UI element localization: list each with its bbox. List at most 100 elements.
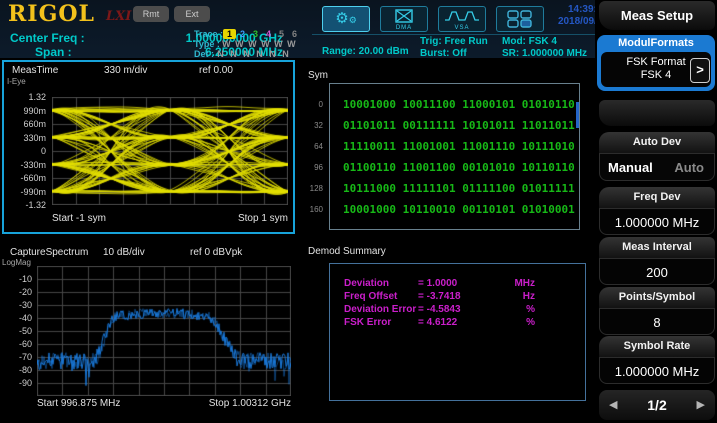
page-navigation: ◀ 1/2 ▶ [599, 390, 715, 420]
trace-det-6[interactable]: N [279, 49, 292, 59]
eye-y-label: -330m [20, 159, 46, 170]
trace-type-6[interactable]: W [285, 39, 298, 49]
eye-y-label: -660m [20, 173, 46, 183]
trace-det-4[interactable]: N [253, 49, 266, 59]
eye-y-label: 330m [23, 132, 46, 143]
lxi-badge: LXI [106, 9, 132, 24]
gear-small-icon: ⚙ [348, 15, 357, 25]
demod-summary-panel[interactable]: Demod Summary Deviation = 1.0000 MHz Freq O… [296, 238, 595, 421]
sym-row-index: 64 [314, 142, 323, 151]
next-page-arrow-icon[interactable]: ▶ [697, 390, 705, 420]
demod-results-box: Deviation = 1.0000 MHz Freq Offset = -3.7418… [329, 263, 586, 401]
meastime-scale: 330 m/div [104, 65, 148, 76]
points-symbol-value[interactable]: 8 [599, 308, 715, 335]
gear-icon: ⚙ [335, 10, 349, 27]
spectrum-y-label: -10 [18, 274, 32, 284]
auto-dev-softkey[interactable]: Auto Dev [599, 132, 715, 153]
type-row: Type :WWWWWW [194, 39, 298, 49]
type-label: Type : [194, 39, 220, 49]
spectrum-ref: ref 0 dBVpk [190, 247, 243, 258]
sym-row-index: 160 [309, 205, 323, 214]
meas-interval-softkey[interactable]: Meas Interval [599, 237, 715, 258]
trace-type-5[interactable]: W [272, 39, 285, 49]
trace-select-5[interactable]: 5 [275, 29, 288, 39]
spectrum-plot [37, 266, 291, 396]
spectrum-y-label: -50 [18, 326, 32, 336]
range-status: Range: 20.00 dBm [322, 46, 409, 57]
header-bar: RIGOL LXI Rmt Ext ⚙⚙ DMA VSA 14:39:58 20… [0, 0, 608, 59]
det-label: Det : [194, 49, 214, 59]
meas-setup-menu-title[interactable]: Meas Setup [599, 1, 715, 30]
span-label: Span : [35, 45, 72, 59]
eye-y-label: 1.32 [28, 92, 46, 102]
trace-det-1[interactable]: N [214, 49, 227, 59]
eye-y-label: -990m [20, 186, 46, 197]
vsa-mode-icon[interactable]: VSA [438, 6, 486, 32]
dma-mode-icon[interactable]: DMA [380, 6, 428, 32]
modulformats-label: ModulFormats [618, 37, 694, 49]
trace-select-3[interactable]: 3 [249, 29, 262, 39]
auto-dev-options[interactable]: Manual Auto [599, 153, 715, 181]
trace-select-1[interactable]: 1 [223, 29, 237, 39]
sym-title: Sym [308, 70, 328, 81]
eye-y-label: 990m [23, 105, 46, 116]
symbol-rate-softkey[interactable]: Symbol Rate [599, 336, 715, 357]
mod-status: Mod: FSK 4 [502, 36, 557, 47]
trace-det-3[interactable]: N [240, 49, 253, 59]
blank-softkey[interactable] [599, 100, 715, 126]
spectrum-title: CaptureSpectrum [10, 247, 89, 258]
meastime-eye-panel[interactable]: MeasTime 330 m/div ref 0.00 I-Eye Start … [2, 60, 295, 234]
capture-spectrum-panel[interactable]: CaptureSpectrum 10 dB/div ref 0 dBVpk Lo… [0, 238, 296, 423]
trace-type-4[interactable]: W [259, 39, 272, 49]
sym-row-index: 32 [314, 121, 323, 130]
sym-row-bits: 11110011 11001001 11001110 10111010 [343, 140, 575, 153]
sym-scrollbar[interactable] [576, 102, 579, 128]
modulformats-softkey[interactable]: ModulFormats FSK Format FSK 4 > [597, 35, 715, 91]
sym-row-index: 128 [309, 184, 323, 193]
demod-row-value: = -3.7418 [418, 291, 461, 302]
meas-interval-value[interactable]: 200 [599, 258, 715, 285]
demod-row-label: Freq Offset [344, 291, 398, 302]
trace-select-4[interactable]: 4 [262, 29, 275, 39]
rigol-logo: RIGOL [8, 1, 95, 27]
trace-type-3[interactable]: W [246, 39, 259, 49]
points-symbol-softkey[interactable]: Points/Symbol [599, 287, 715, 308]
eye-y-label: 660m [23, 119, 46, 129]
demod-row-value: = -4.5843 [418, 304, 461, 315]
freq-dev-softkey[interactable]: Freq Dev [599, 187, 715, 208]
trace-det-5[interactable]: N [266, 49, 279, 59]
eye-x-stop: Stop 1 sym [237, 213, 288, 224]
symbol-rate-value[interactable]: 1.000000 MHz [599, 357, 715, 384]
demod-row-label: Deviation Error [344, 304, 417, 315]
sym-row-bits: 01101011 00111111 10101011 11011011 [343, 119, 575, 132]
symbol-table-panel[interactable]: Sym 0 10001000 10011100 11000101 01010110… [296, 60, 595, 236]
instrument-screen: RIGOL LXI Rmt Ext ⚙⚙ DMA VSA 14:39:58 20… [0, 0, 717, 423]
window-layout-icon[interactable] [496, 6, 544, 32]
vsa-waveform-icon [445, 11, 479, 21]
auto-dev-auto-option[interactable]: Auto [674, 154, 704, 181]
trace-type-2[interactable]: W [233, 39, 246, 49]
demod-row-value: = 1.0000 [418, 278, 458, 289]
meastime-trace-mode: I-Eye [7, 77, 26, 86]
freq-dev-value[interactable]: 1.000000 MHz [599, 208, 715, 235]
spectrum-y-label: -90 [18, 378, 32, 388]
sym-row-bits: 01100110 11001100 00101010 10110110 [343, 161, 575, 174]
auto-dev-manual-option[interactable]: Manual [608, 154, 653, 181]
ext-button[interactable]: Ext [174, 6, 210, 22]
meastime-title: MeasTime [12, 65, 59, 76]
spectrum-trace-mode: LogMag [2, 258, 31, 267]
vsa-label: VSA [454, 25, 470, 31]
eye-y-label: 0 [40, 146, 46, 156]
trace-select-6[interactable]: 6 [288, 29, 301, 39]
trace-type-1[interactable]: W [220, 39, 233, 49]
sr-status: SR: 1.000000 MHz [502, 48, 588, 59]
sym-row-index: 0 [318, 100, 323, 109]
trig-status: Trig: Free Run [420, 36, 488, 47]
trace-select-2[interactable]: 2 [236, 29, 249, 39]
settings-gears-icon[interactable]: ⚙⚙ [322, 6, 370, 32]
submenu-arrow-icon[interactable]: > [690, 58, 710, 83]
rmt-button[interactable]: Rmt [133, 6, 169, 22]
center-freq-label: Center Freq : [10, 31, 85, 45]
demod-row-unit: % [526, 304, 535, 315]
trace-det-2[interactable]: N [227, 49, 240, 59]
